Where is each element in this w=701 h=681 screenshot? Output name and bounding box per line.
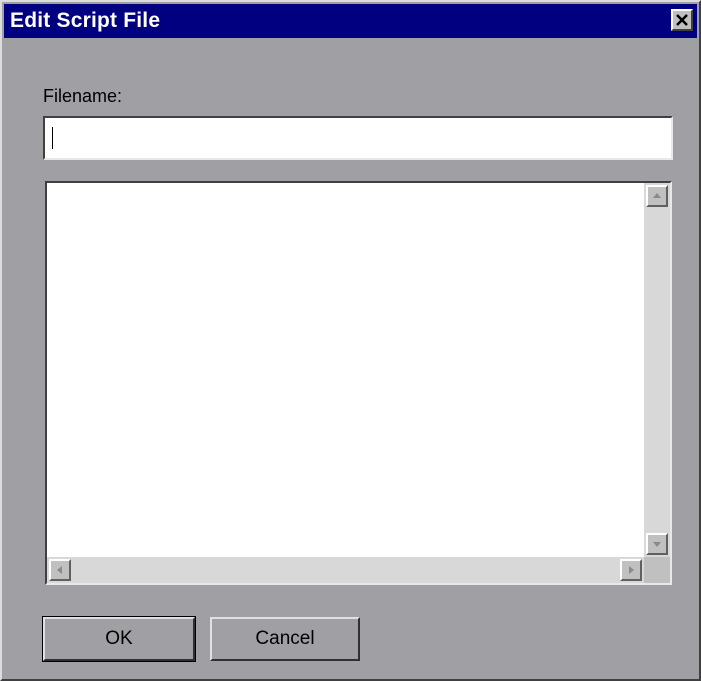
scroll-right-button[interactable] [620,559,642,581]
window-title: Edit Script File [10,9,161,32]
scroll-up-button[interactable] [646,185,668,207]
edit-script-file-dialog: Edit Script File Filename: OK Cancel [0,0,701,681]
scroll-left-button[interactable] [49,559,71,581]
script-editor[interactable] [45,181,672,585]
arrow-right-icon [629,566,634,574]
filename-label: Filename: [43,86,123,106]
arrow-down-icon [653,542,661,547]
scroll-down-button[interactable] [646,533,668,555]
vertical-scrollbar[interactable] [644,183,670,557]
arrow-up-icon [653,193,661,198]
cancel-button[interactable]: Cancel [210,617,360,661]
title-bar[interactable]: Edit Script File [4,4,697,38]
scrollbar-corner [644,557,670,583]
horizontal-scrollbar[interactable] [47,557,644,583]
text-caret [52,127,53,149]
close-button[interactable] [671,9,693,31]
filename-input[interactable] [43,116,673,160]
ok-button[interactable]: OK [42,616,196,662]
arrow-left-icon [57,566,62,574]
close-icon [676,14,688,26]
